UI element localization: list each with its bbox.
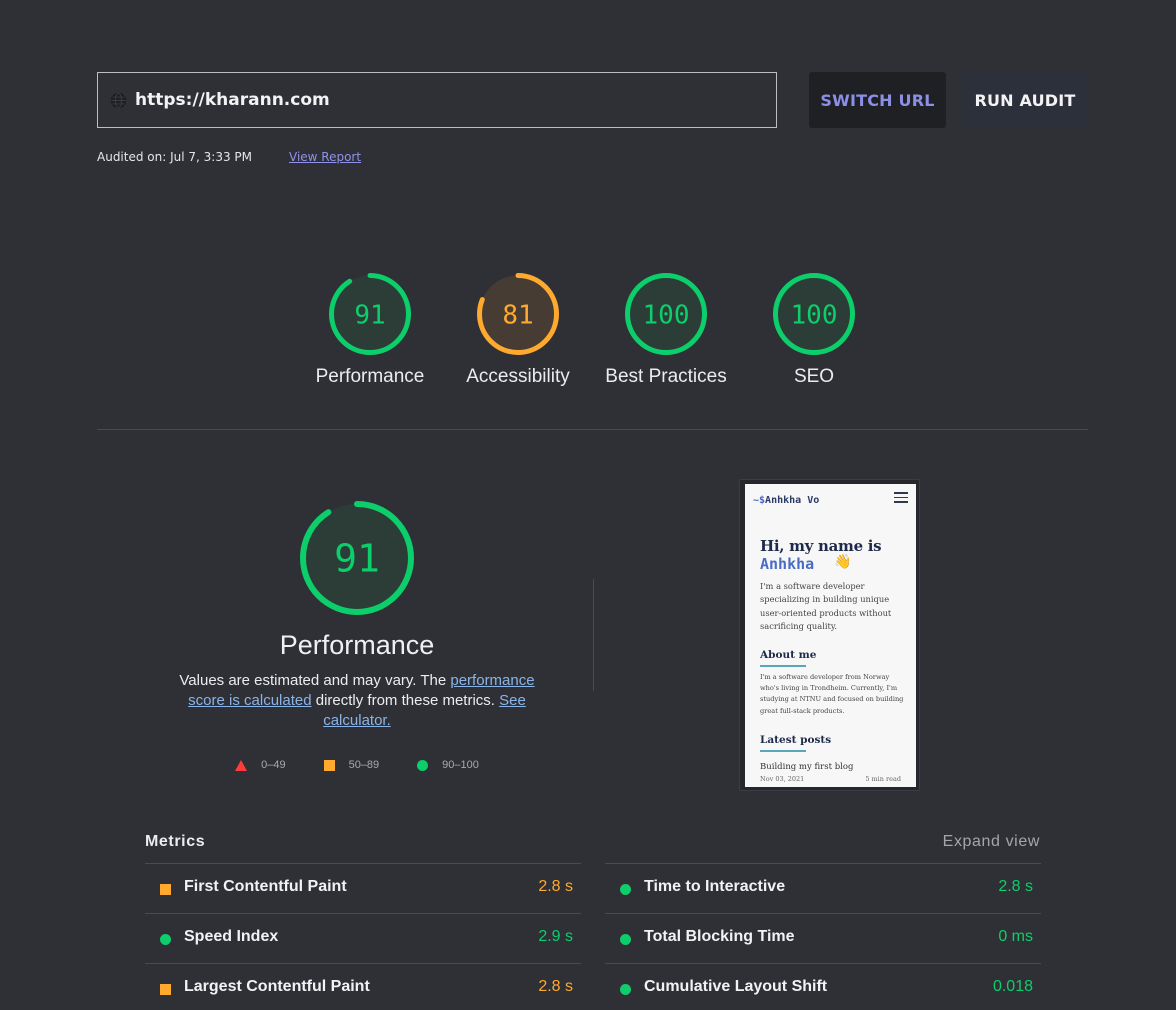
- view-report-link[interactable]: View Report: [289, 150, 361, 164]
- waving-hand-icon: 👋: [834, 554, 852, 570]
- category-gauges: 91 Performance 81 Accessibility 100 Best…: [296, 272, 888, 412]
- metric-value: 0 ms: [998, 928, 1033, 945]
- gauge-ring: 100: [625, 273, 707, 355]
- url-input[interactable]: [135, 90, 735, 110]
- performance-description: Values are estimated and may vary. The p…: [162, 671, 552, 731]
- square-icon: [160, 984, 171, 995]
- gauge-score: 91: [334, 537, 380, 581]
- audited-on-text: Audited on: Jul 7, 3:33 PM: [97, 150, 252, 164]
- preview-headline: Hi, my name is: [760, 537, 882, 555]
- expand-view-toggle[interactable]: Expand view: [943, 833, 1040, 851]
- metric-value: 0.018: [992, 978, 1033, 995]
- gauge-seo[interactable]: 100 SEO: [740, 272, 888, 388]
- score-legend: 0–49 50–89 90–100: [157, 759, 557, 771]
- preview-post-read: 5 min read: [865, 775, 901, 783]
- page-screenshot-frame: ~$Anhkha Vo Hi, my name is Anhkha 👋 I'm …: [739, 479, 920, 791]
- gauge-ring: 81: [477, 273, 559, 355]
- preview-about-text: I'm a software developer from Norway who…: [760, 673, 904, 715]
- preview-about-title: About me: [760, 649, 817, 661]
- circle-icon: [620, 884, 631, 895]
- gauge-label: Best Practices: [605, 366, 727, 387]
- posts-underline: [760, 750, 806, 752]
- legend-range: 50–89: [348, 759, 380, 771]
- preview-name: Anhkha: [760, 555, 815, 573]
- gauge-score: 81: [502, 300, 533, 330]
- preview-posts-title: Latest posts: [760, 734, 832, 746]
- desc-text: Values are estimated and may vary. The: [179, 672, 451, 689]
- metric-row: Cumulative Layout Shift 0.018: [605, 963, 1041, 1010]
- page-screenshot: ~$Anhkha Vo Hi, my name is Anhkha 👋 I'm …: [745, 484, 916, 787]
- triangle-icon: [235, 759, 248, 771]
- square-icon: [160, 884, 171, 895]
- metric-value: 2.8 s: [998, 878, 1033, 895]
- gauge-label: Performance: [315, 366, 425, 387]
- gauge-best-practices[interactable]: 100 Best Practices: [592, 272, 740, 388]
- hamburger-menu-icon: [894, 492, 908, 503]
- gauge-performance[interactable]: 91 Performance: [296, 272, 444, 388]
- metric-value: 2.8 s: [538, 878, 573, 895]
- circle-icon: [417, 759, 429, 771]
- vertical-divider: [593, 579, 594, 691]
- metric-value: 2.9 s: [538, 928, 573, 945]
- metric-row: Speed Index 2.9 s: [145, 913, 581, 963]
- section-divider: [97, 429, 1088, 430]
- metrics-title: Metrics: [145, 833, 206, 850]
- brand-prefix: ~$: [753, 495, 766, 506]
- metric-row: Largest Contentful Paint 2.8 s: [145, 963, 581, 1010]
- metric-label: Total Blocking Time: [644, 928, 795, 945]
- legend-range: 0–49: [261, 759, 286, 771]
- legend-range: 90–100: [442, 759, 479, 771]
- gauge-accessibility[interactable]: 81 Accessibility: [444, 272, 592, 388]
- gauge-label: Accessibility: [466, 366, 570, 387]
- metric-label: Time to Interactive: [644, 878, 786, 895]
- desc-text: directly from these metrics.: [311, 692, 500, 709]
- preview-post-date: Nov 03, 2021: [760, 775, 805, 783]
- performance-title: Performance: [279, 630, 435, 660]
- metric-row: First Contentful Paint 2.8 s: [145, 863, 581, 913]
- legend-pass: 90–100: [417, 759, 479, 771]
- legend-average: 50–89: [323, 759, 380, 771]
- performance-gauge-large: 91: [300, 501, 414, 615]
- preview-intro: I'm a software developer specializing in…: [760, 581, 892, 631]
- about-underline: [760, 665, 806, 667]
- circle-icon: [620, 984, 631, 995]
- gauge-label: SEO: [793, 366, 835, 387]
- square-icon: [323, 759, 335, 771]
- legend-fail: 0–49: [235, 759, 286, 771]
- url-field[interactable]: [97, 72, 777, 128]
- gauge-score: 100: [791, 300, 838, 330]
- circle-icon: [620, 934, 631, 945]
- gauge-ring: 91: [329, 273, 411, 355]
- metric-label: Speed Index: [184, 928, 279, 945]
- metric-row: Total Blocking Time 0 ms: [605, 913, 1041, 963]
- metric-label: First Contentful Paint: [184, 878, 347, 895]
- preview-post-title: Building my first blog: [760, 762, 854, 772]
- gauge-score: 100: [643, 300, 690, 330]
- performance-summary: 91 Performance Values are estimated and …: [157, 500, 557, 771]
- gauge-ring: 100: [773, 273, 855, 355]
- gauge-score: 91: [354, 300, 385, 330]
- preview-brand: ~$Anhkha Vo: [753, 495, 819, 506]
- metrics-column-right: Time to Interactive 2.8 s Total Blocking…: [605, 863, 1041, 1010]
- metric-label: Cumulative Layout Shift: [644, 978, 828, 995]
- metric-label: Largest Contentful Paint: [184, 978, 370, 995]
- metric-row: Time to Interactive 2.8 s: [605, 863, 1041, 913]
- circle-icon: [160, 934, 171, 945]
- brand-name: Anhkha Vo: [765, 495, 820, 506]
- metrics-column-left: First Contentful Paint 2.8 s Speed Index…: [145, 863, 581, 1010]
- switch-url-button[interactable]: SWITCH URL: [809, 72, 946, 128]
- run-audit-button[interactable]: RUN AUDIT: [962, 72, 1088, 128]
- metric-value: 2.8 s: [538, 978, 573, 995]
- globe-icon: [110, 92, 127, 108]
